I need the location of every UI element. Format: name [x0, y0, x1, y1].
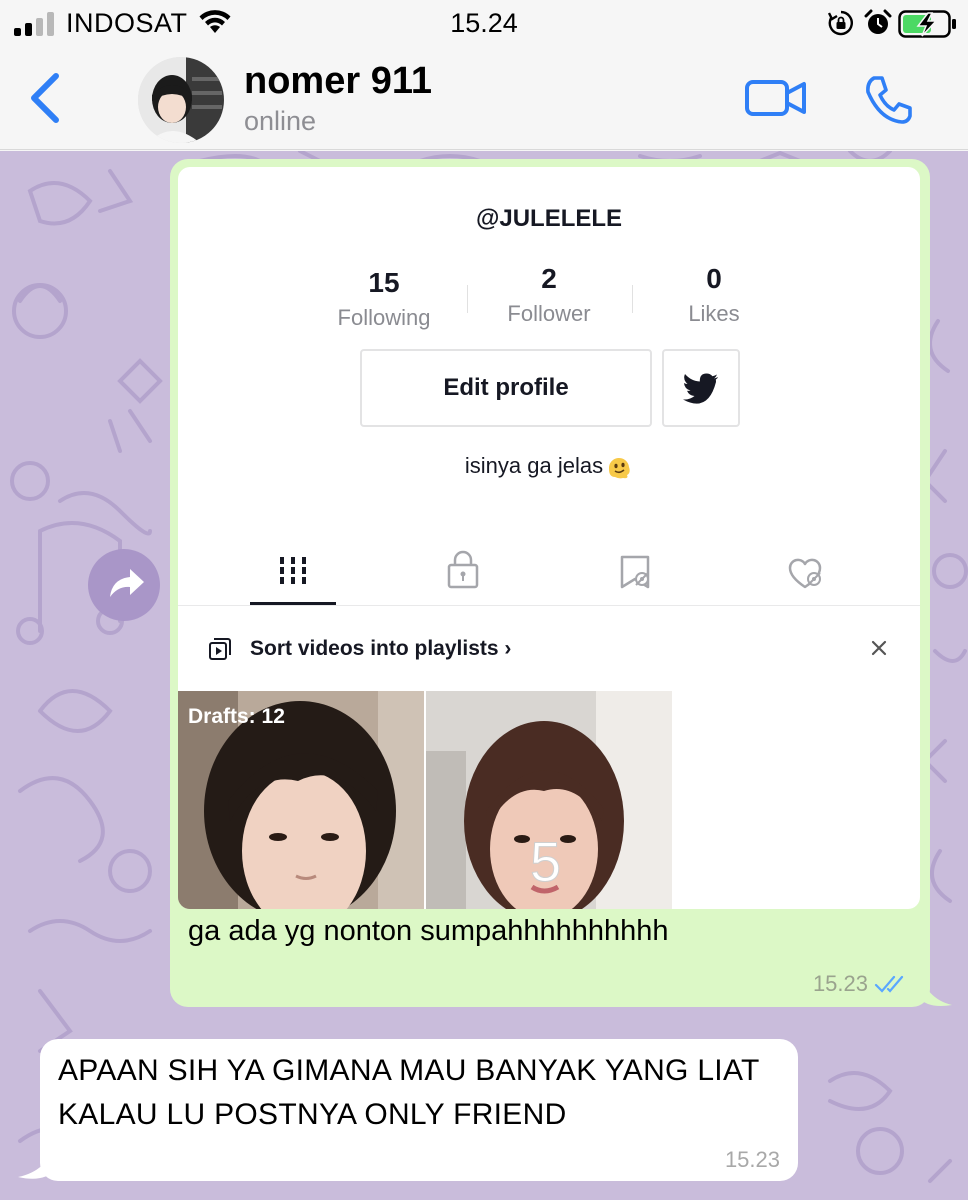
- profile-bio: isinya ga jelas: [178, 453, 920, 481]
- chat-area[interactable]: @JULELELE 15 Following 2 Follower 0 Like…: [0, 151, 968, 1200]
- video-camera-icon[interactable]: [744, 76, 808, 120]
- saved-icon: [620, 555, 650, 589]
- close-icon[interactable]: [868, 637, 890, 659]
- lock-icon: [447, 550, 479, 589]
- stat-label: Follower: [507, 301, 591, 326]
- tab-videos[interactable]: [250, 547, 336, 607]
- chevron-right-icon: ›: [504, 637, 512, 660]
- svg-text:5: 5: [530, 830, 561, 893]
- tab-divider: [178, 605, 920, 606]
- tab-liked[interactable]: [762, 547, 848, 607]
- contact-status: online: [244, 106, 317, 136]
- stat-value: 0: [706, 263, 722, 294]
- profile-avatar-partial: [488, 167, 598, 187]
- stat-divider: [632, 285, 633, 313]
- forward-button[interactable]: [88, 549, 160, 621]
- tab-saved[interactable]: [592, 547, 678, 607]
- outgoing-bubble-tail: [918, 969, 952, 1006]
- stat-label: Likes: [688, 301, 740, 326]
- battery-charging-icon: [898, 10, 956, 38]
- stat-following[interactable]: 15 Following: [314, 267, 454, 331]
- message-time: 15.23: [812, 971, 868, 996]
- contact-name[interactable]: nomer 911: [244, 60, 432, 103]
- outgoing-message-text: ga ada yg nonton sumpahhhhhhhhhh: [188, 915, 669, 947]
- sort-playlists-link[interactable]: Sort videos into playlists ›: [250, 637, 511, 661]
- video-thumbnail-image: 5: [426, 691, 672, 909]
- stat-divider: [467, 285, 468, 313]
- incoming-bubble-tail: [18, 1141, 56, 1179]
- videos-grid-icon: [280, 557, 306, 584]
- incoming-message-text: APAAN SIH YA GIMANA MAU BANYAK YANG LIAT…: [58, 1054, 760, 1131]
- stat-likes[interactable]: 0 Likes: [644, 263, 784, 327]
- drafts-count: Drafts: 12: [188, 705, 285, 728]
- message-time: 15.23: [724, 1147, 780, 1172]
- twitter-bird-icon: [683, 373, 718, 404]
- phone-icon[interactable]: [862, 74, 914, 126]
- read-ticks-icon: [874, 975, 904, 993]
- alarm-clock-icon: [864, 9, 892, 34]
- twitter-button[interactable]: [662, 349, 740, 427]
- playlist-icon: [209, 638, 231, 660]
- melting-face-emoji-icon: [609, 458, 630, 479]
- contact-avatar[interactable]: [138, 57, 224, 143]
- incoming-message-bubble[interactable]: APAAN SIH YA GIMANA MAU BANYAK YANG LIAT…: [40, 1039, 798, 1181]
- chevron-left-icon[interactable]: [26, 70, 62, 126]
- profile-handle: @JULELELE: [475, 205, 623, 232]
- stat-follower[interactable]: 2 Follower: [479, 263, 619, 327]
- stat-value: 15: [368, 267, 400, 298]
- video-thumbnail[interactable]: 5: [426, 691, 672, 909]
- video-thumbnail-drafts[interactable]: Drafts: 12: [178, 691, 424, 909]
- status-bar: INDOSAT 15.24: [0, 0, 968, 50]
- message-meta: 15.23: [813, 971, 908, 997]
- status-time: 15.24: [450, 8, 518, 38]
- tab-private[interactable]: [420, 547, 506, 607]
- share-arrow-icon: [110, 569, 144, 597]
- rotation-lock-icon: [828, 10, 853, 36]
- sort-playlists-label: Sort videos into playlists: [250, 637, 499, 660]
- message-image[interactable]: @JULELELE 15 Following 2 Follower 0 Like…: [178, 167, 920, 909]
- stat-value: 2: [541, 263, 557, 294]
- outgoing-message-bubble[interactable]: @JULELELE 15 Following 2 Follower 0 Like…: [170, 159, 930, 1007]
- edit-profile-button[interactable]: Edit profile: [360, 349, 652, 427]
- chat-header: nomer 911 online: [0, 50, 968, 150]
- bio-text: isinya ga jelas: [464, 453, 604, 478]
- stat-label: Following: [337, 305, 431, 330]
- liked-icon: [788, 558, 822, 589]
